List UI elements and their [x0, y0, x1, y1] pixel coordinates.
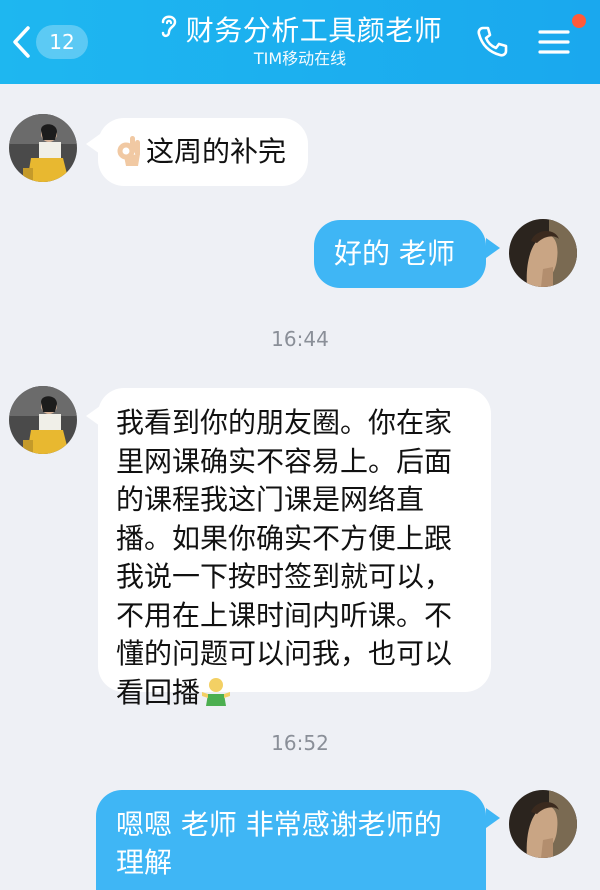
message-line: 不用在上课时间内听课。不	[116, 598, 453, 632]
title-block[interactable]: 财务分析工具颜老师 TIM移动在线	[120, 12, 480, 69]
ok-hand-emoji	[116, 134, 144, 178]
chat-header: 12 财务分析工具颜老师 TIM移动在线	[0, 0, 600, 84]
my-avatar[interactable]	[509, 219, 577, 287]
notification-dot	[572, 14, 586, 28]
message-bubble[interactable]: 这周的补完	[98, 118, 308, 186]
message-bubble[interactable]: 我看到你的朋友圈。你在家 里网课确实不容易上。后面 的课程我这门课是网络直 播。…	[98, 388, 491, 709]
message-line: 里网课确实不容易上。后面	[116, 444, 453, 478]
message-line: 看回播	[116, 675, 201, 709]
bubble-tail	[486, 238, 500, 258]
message-line: 我看到你的朋友圈。你在家	[116, 406, 453, 439]
my-avatar[interactable]	[509, 790, 577, 858]
chevron-left-icon	[8, 22, 34, 62]
shrug-person-emoji	[200, 676, 232, 717]
message-text: 这周的补完	[146, 135, 287, 168]
message-line: 懂的问题可以问我，也可以	[116, 637, 453, 670]
contact-avatar[interactable]	[9, 114, 77, 182]
unread-count-badge: 12	[36, 25, 88, 59]
message-line: 的课程我这门课是网络直	[116, 483, 425, 516]
page-title: 财务分析工具颜老师	[185, 13, 443, 47]
message-line: 我说一下按时签到就可以，	[116, 560, 453, 593]
timestamp: 16:44	[271, 327, 329, 351]
phone-icon[interactable]	[474, 24, 510, 60]
ear-icon	[158, 12, 180, 49]
message-line: 嗯嗯 老师 非常感谢老师的	[116, 808, 442, 841]
message-line: 理解	[116, 846, 173, 879]
bubble-tail	[486, 808, 500, 828]
my-message-bubble[interactable]: 嗯嗯 老师 非常感谢老师的 理解	[96, 790, 486, 890]
my-message-bubble[interactable]: 好的 老师	[314, 220, 486, 288]
back-button[interactable]: 12	[8, 22, 100, 62]
contact-avatar[interactable]	[9, 386, 77, 454]
timestamp: 16:52	[271, 731, 329, 755]
message-line: 播。如果你确实不方便上跟	[116, 521, 453, 555]
message-text: 好的 老师	[334, 237, 455, 270]
online-status: TIM移动在线	[253, 49, 347, 68]
menu-icon[interactable]	[534, 22, 574, 62]
